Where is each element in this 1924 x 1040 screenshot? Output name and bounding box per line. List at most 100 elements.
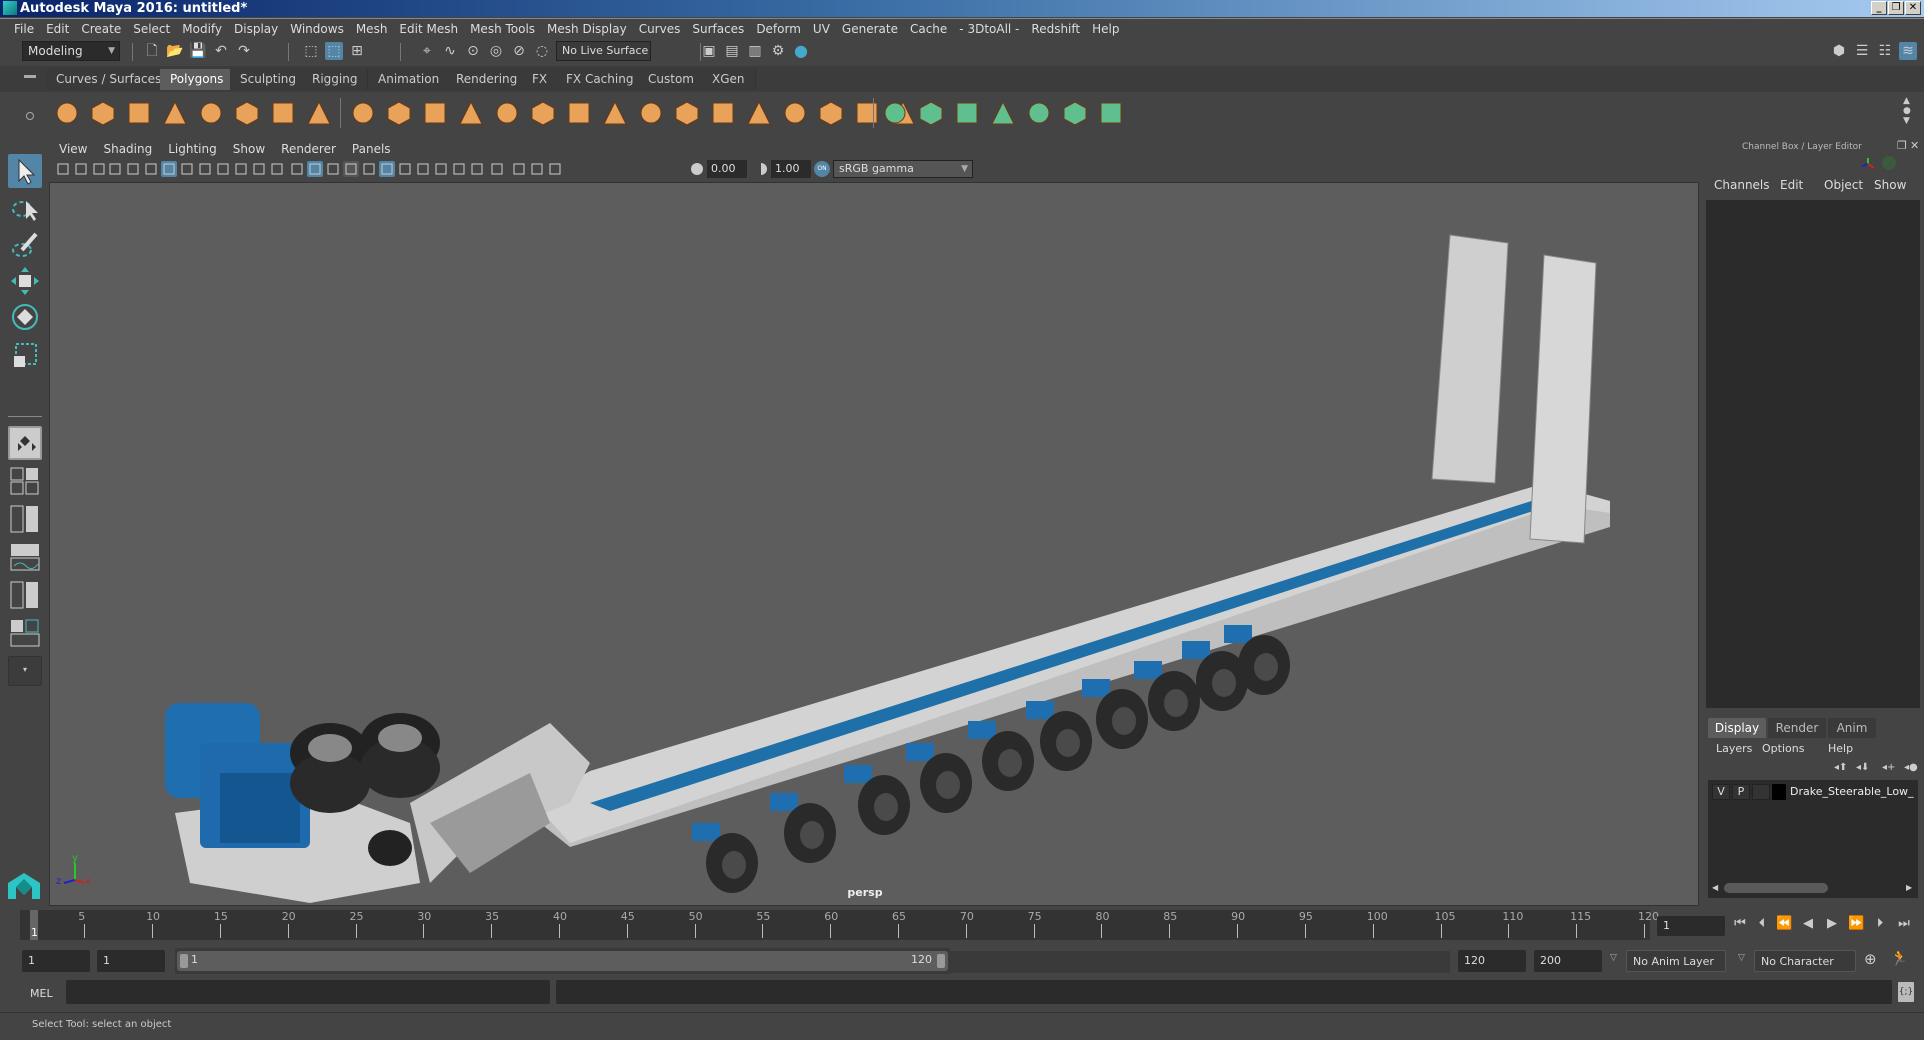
- xray-active-icon[interactable]: [529, 161, 545, 177]
- single-perspective-layout-button[interactable]: [8, 426, 42, 460]
- camera-attributes-icon[interactable]: [73, 161, 89, 177]
- cylindrical-uv-icon[interactable]: [918, 100, 944, 126]
- select-object-icon[interactable]: ⬚: [325, 42, 343, 60]
- channel-box-toggle-icon[interactable]: ≋: [1899, 42, 1917, 60]
- menu-modify[interactable]: Modify: [176, 19, 228, 39]
- merge-icon[interactable]: [710, 100, 736, 126]
- tool-settings-icon[interactable]: ☷: [1876, 42, 1894, 60]
- select-tool[interactable]: [8, 154, 42, 188]
- menu-file[interactable]: File: [8, 19, 40, 39]
- screen-space-ao-icon[interactable]: [415, 161, 431, 177]
- make-live-icon[interactable]: ◌: [533, 42, 551, 60]
- viewport-menu-panels[interactable]: Panels: [344, 140, 399, 158]
- ipr-render-icon[interactable]: ▤: [723, 42, 741, 60]
- go-to-start-icon[interactable]: ⏮: [1732, 916, 1748, 931]
- step-forward-key-icon[interactable]: ⏩: [1848, 916, 1864, 931]
- persp-graph-layout-button[interactable]: [8, 542, 42, 572]
- tab-rendering[interactable]: Rendering: [446, 69, 529, 90]
- command-language-toggle[interactable]: MEL: [30, 987, 53, 1000]
- current-frame-field[interactable]: 1: [1657, 916, 1725, 936]
- snap-point-icon[interactable]: ⊙: [464, 42, 482, 60]
- isolate-select-icon[interactable]: [489, 161, 505, 177]
- exposure-icon[interactable]: [689, 161, 705, 177]
- layer-menu-layers[interactable]: Layers: [1716, 742, 1752, 755]
- layer-display-type-toggle[interactable]: [1752, 784, 1770, 800]
- new-layer-selected-icon[interactable]: ◂●: [1904, 762, 1918, 773]
- scrollbar-thumb[interactable]: [1724, 883, 1828, 893]
- gamma-icon[interactable]: [753, 161, 769, 177]
- offset-edge-loop-icon[interactable]: [818, 100, 844, 126]
- poly-cone-icon[interactable]: [162, 100, 188, 126]
- menu-help[interactable]: Help: [1086, 19, 1125, 39]
- hypershade-layout-button[interactable]: [8, 580, 42, 610]
- live-surface-field[interactable]: No Live Surface: [556, 41, 651, 61]
- channels-menu-show[interactable]: Show: [1874, 178, 1906, 192]
- tab-custom[interactable]: Custom: [638, 69, 705, 90]
- combine-icon[interactable]: [350, 100, 376, 126]
- menu-uv[interactable]: UV: [807, 19, 836, 39]
- layer-menu-options[interactable]: Options: [1762, 742, 1804, 755]
- script-editor-icon[interactable]: {;}: [1898, 982, 1914, 1002]
- tab-xgen[interactable]: XGen: [702, 69, 756, 90]
- menu-edit[interactable]: Edit: [40, 19, 75, 39]
- resolution-gate-icon[interactable]: [197, 161, 213, 177]
- step-back-key-icon[interactable]: ⏪: [1776, 916, 1792, 931]
- automatic-uv-icon[interactable]: [990, 100, 1016, 126]
- channels-menu-edit[interactable]: Edit: [1780, 178, 1803, 192]
- image-plane-icon[interactable]: [107, 161, 123, 177]
- channels-menu-channels[interactable]: Channels: [1714, 178, 1770, 192]
- redo-icon[interactable]: ↷: [235, 42, 253, 60]
- move-tool[interactable]: [8, 264, 42, 298]
- anim-layer-field[interactable]: No Anim Layer: [1626, 950, 1726, 972]
- playback-end-field[interactable]: 120: [1458, 950, 1526, 972]
- uv-editor-icon[interactable]: [1062, 100, 1088, 126]
- sew-uv-icon[interactable]: [1098, 100, 1124, 126]
- menuset-dropdown[interactable]: Modeling ▼: [22, 41, 120, 61]
- new-layer-icon[interactable]: ◂+: [1882, 762, 1895, 773]
- save-scene-icon[interactable]: 💾: [189, 42, 207, 60]
- shelf-scroll-icon[interactable]: ▲ ● ▼: [1903, 96, 1911, 126]
- snap-grid-icon[interactable]: ⌖: [418, 42, 436, 60]
- menu-surfaces[interactable]: Surfaces: [686, 19, 750, 39]
- select-component-icon[interactable]: ⊞: [348, 42, 366, 60]
- restore-button[interactable]: ❐: [1888, 1, 1904, 15]
- close-panel-icon[interactable]: ✕: [1910, 139, 1919, 152]
- tab-polygons[interactable]: Polygons: [160, 69, 235, 90]
- color-management-toggle-icon[interactable]: ON: [814, 161, 830, 177]
- unfold-uv-icon[interactable]: [1026, 100, 1052, 126]
- separate-icon[interactable]: [386, 100, 412, 126]
- go-to-end-icon[interactable]: ⏭: [1896, 916, 1912, 931]
- move-layer-up-icon[interactable]: ◂⬆: [1834, 762, 1847, 773]
- range-slider-fill[interactable]: 1 120: [177, 951, 948, 971]
- range-slider[interactable]: 1 120: [175, 948, 950, 974]
- poly-pyramid-icon[interactable]: [270, 100, 296, 126]
- menu-mesh-display[interactable]: Mesh Display: [541, 19, 633, 39]
- 2d-pan-zoom-icon[interactable]: [125, 161, 141, 177]
- range-start-handle[interactable]: [180, 954, 188, 968]
- xray-joints-icon[interactable]: [511, 161, 527, 177]
- shadows-icon[interactable]: [397, 161, 413, 177]
- character-set-dropdown-icon[interactable]: ▽: [1738, 953, 1745, 963]
- layer-tab-display[interactable]: Display: [1708, 718, 1766, 738]
- range-end-handle[interactable]: [937, 954, 945, 968]
- multi-cut-icon[interactable]: [602, 100, 628, 126]
- scale-tool[interactable]: [8, 338, 42, 372]
- field-chart-icon[interactable]: [233, 161, 249, 177]
- paint-select-tool[interactable]: [8, 228, 42, 262]
- time-slider-track[interactable]: 1 5 10 15 20 25 30 35 40 45 50 55 60 65 70 75 80 85 90 95 1…: [20, 910, 1659, 940]
- viewport-menu-renderer[interactable]: Renderer: [273, 140, 344, 158]
- grease-pencil-icon[interactable]: [143, 161, 159, 177]
- 3d-viewport[interactable]: y z x persp: [49, 182, 1699, 906]
- viewport-menu-shading[interactable]: Shading: [95, 140, 160, 158]
- animation-preferences-icon[interactable]: 🏃: [1890, 949, 1909, 967]
- viewport-menu-lighting[interactable]: Lighting: [160, 140, 225, 158]
- attribute-editor-icon[interactable]: ☰: [1853, 42, 1871, 60]
- command-input[interactable]: [66, 980, 550, 1004]
- bridge-icon[interactable]: [566, 100, 592, 126]
- fill-hole-icon[interactable]: [746, 100, 772, 126]
- tab-fx[interactable]: FX: [522, 69, 559, 90]
- anim-layer-dropdown-icon[interactable]: ▽: [1610, 953, 1617, 963]
- undo-icon[interactable]: ↶: [212, 42, 230, 60]
- viewport-menu-show[interactable]: Show: [225, 140, 273, 158]
- close-button[interactable]: ✕: [1905, 1, 1921, 15]
